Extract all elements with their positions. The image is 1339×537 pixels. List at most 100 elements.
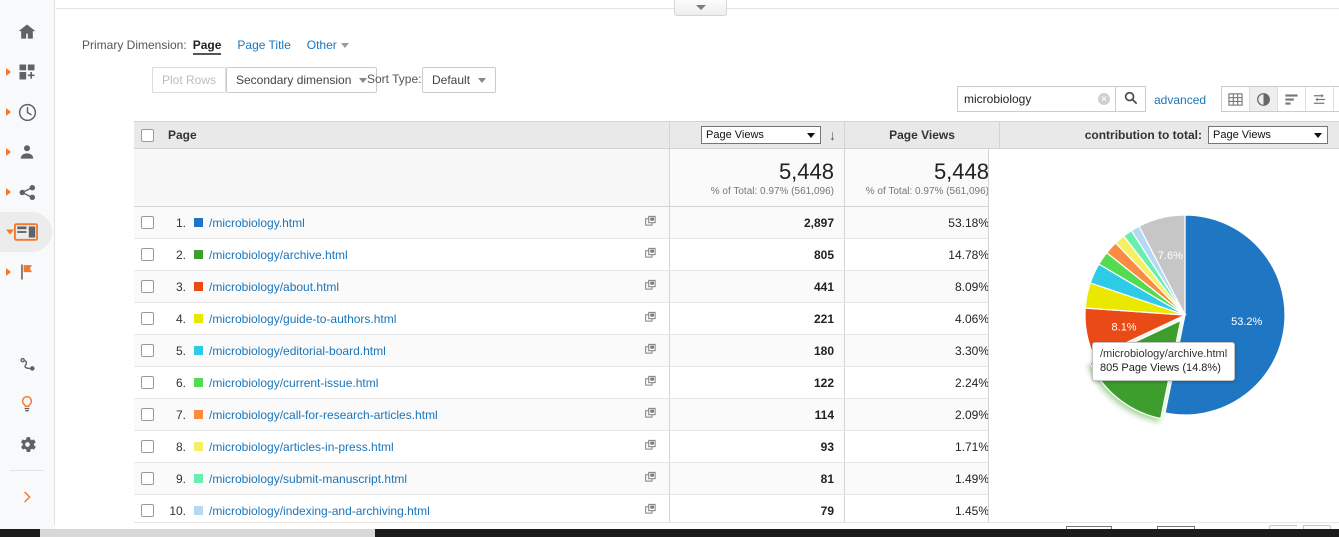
- pie-slice-label: 8.1%: [1112, 321, 1137, 333]
- comparison-view-icon[interactable]: [1306, 87, 1334, 111]
- secondary-dimension-button[interactable]: Secondary dimension: [226, 67, 377, 93]
- pivot-view-icon[interactable]: [1334, 87, 1339, 111]
- row-select-cell: [134, 207, 160, 238]
- search-button[interactable]: [1116, 86, 1146, 112]
- column-header-page[interactable]: Page: [160, 122, 669, 148]
- row-page-link[interactable]: /microbiology.html: [209, 216, 305, 230]
- open-in-new-window-icon[interactable]: [645, 375, 657, 390]
- sidebar-item-behavior[interactable]: [0, 212, 52, 252]
- search-field-wrapper[interactable]: ✕: [957, 86, 1116, 112]
- row-page-cell: 1./microbiology.html: [160, 207, 669, 238]
- row-page-cell: 6. /microbiology/current-issue.html: [160, 367, 669, 398]
- row-page-link[interactable]: /microbiology/indexing-and-archiving.htm…: [209, 504, 430, 518]
- open-in-new-window-icon[interactable]: [645, 343, 657, 358]
- row-checkbox[interactable]: [141, 216, 154, 229]
- analytics-behavior-pages-report: Primary Dimension: Page Page Title Other…: [0, 0, 1339, 537]
- row-index: 6.: [160, 376, 186, 390]
- open-in-new-window-icon[interactable]: [645, 279, 657, 294]
- horizontal-scrollbar-thumb[interactable]: [40, 529, 375, 537]
- row-index: 3.: [160, 280, 186, 294]
- pie-chart[interactable]: 53.2%8.1%7.6%: [989, 149, 1339, 522]
- pie-chart-svg[interactable]: 53.2%8.1%7.6%: [989, 149, 1339, 522]
- row-page-cell: 3. /microbiology/about.html: [160, 271, 669, 302]
- gear-icon: [17, 434, 38, 455]
- totals-metric-2-value: 5,448: [934, 159, 989, 185]
- row-checkbox[interactable]: [141, 280, 154, 293]
- sidebar-item-admin[interactable]: [0, 424, 54, 464]
- open-in-new-window-icon[interactable]: [645, 407, 657, 422]
- clear-icon[interactable]: ✕: [1098, 93, 1110, 105]
- row-checkbox[interactable]: [141, 472, 154, 485]
- sidebar-item-home[interactable]: [0, 12, 54, 52]
- row-color-swatch: [194, 474, 203, 483]
- sort-type-button[interactable]: Default: [422, 67, 496, 93]
- person-icon: [17, 142, 37, 162]
- open-in-new-window-icon[interactable]: [645, 215, 657, 230]
- primary-dimension-bar: Primary Dimension: Page Page Title Other: [82, 38, 349, 55]
- row-index: 8.: [160, 440, 186, 454]
- row-page-link[interactable]: /microbiology/archive.html: [209, 248, 348, 262]
- open-in-new-window-icon[interactable]: [645, 439, 657, 454]
- row-percentage: 2.24%: [844, 367, 999, 398]
- row-page-link[interactable]: /microbiology/current-issue.html: [209, 376, 378, 390]
- row-percentage: 2.09%: [844, 399, 999, 430]
- sidebar-item-customization[interactable]: [0, 52, 54, 92]
- open-in-new-window-icon[interactable]: [645, 311, 657, 326]
- primary-dimension-other[interactable]: Other: [307, 38, 349, 52]
- chevron-down-icon: [696, 5, 706, 10]
- row-checkbox[interactable]: [141, 312, 154, 325]
- collapse-panel-tab[interactable]: [674, 0, 727, 16]
- view-type-group: [1221, 86, 1339, 112]
- row-checkbox[interactable]: [141, 344, 154, 357]
- totals-metric-2-subtext: % of Total: 0.97% (561,096): [866, 186, 989, 197]
- contribution-select[interactable]: Page Views: [1208, 126, 1328, 144]
- row-page-link[interactable]: /microbiology/editorial-board.html: [209, 344, 386, 358]
- sidebar-item-conversions[interactable]: [0, 252, 54, 292]
- row-percentage: 1.71%: [844, 431, 999, 462]
- row-page-views: 2,897: [669, 207, 844, 238]
- search-input[interactable]: [958, 92, 1098, 106]
- expand-caret-icon: [6, 108, 11, 116]
- primary-dimension-page[interactable]: Page: [193, 38, 222, 55]
- horizontal-scrollbar[interactable]: [0, 529, 1339, 537]
- row-percentage: 14.78%: [844, 239, 999, 270]
- metric-select[interactable]: Page Views: [701, 126, 821, 144]
- row-checkbox[interactable]: [141, 504, 154, 517]
- sidebar-item-audience[interactable]: [0, 132, 54, 172]
- column-header-page-views[interactable]: Page Views: [844, 122, 999, 148]
- open-in-new-window-icon[interactable]: [645, 503, 657, 518]
- row-page-link[interactable]: /microbiology/call-for-research-articles…: [209, 408, 438, 422]
- open-in-new-window-icon[interactable]: [645, 471, 657, 486]
- lightbulb-icon: [17, 394, 37, 414]
- row-checkbox[interactable]: [141, 440, 154, 453]
- primary-dimension-page-title[interactable]: Page Title: [237, 38, 290, 52]
- tooltip-line-1: /microbiology/archive.html: [1100, 347, 1227, 361]
- table-view-icon[interactable]: [1222, 87, 1250, 111]
- row-page-views: 180: [669, 335, 844, 366]
- sidebar-item-attribution[interactable]: [0, 344, 54, 384]
- row-page-link[interactable]: /microbiology/about.html: [209, 280, 339, 294]
- performance-view-icon[interactable]: [1278, 87, 1306, 111]
- open-in-new-window-icon[interactable]: [645, 247, 657, 262]
- row-percentage: 53.18%: [844, 207, 999, 238]
- sidebar-expand-button[interactable]: [0, 477, 54, 517]
- sidebar-item-discover[interactable]: [0, 384, 54, 424]
- sidebar-item-acquisition[interactable]: [0, 172, 54, 212]
- advanced-link[interactable]: advanced: [1154, 93, 1206, 107]
- pie-chart-view-icon[interactable]: [1250, 87, 1278, 111]
- collapse-caret-icon: [6, 230, 14, 235]
- sort-descending-icon[interactable]: ↓: [829, 128, 836, 142]
- plot-rows-button[interactable]: Plot Rows: [152, 67, 226, 93]
- select-all-checkbox[interactable]: [141, 129, 154, 142]
- row-page-cell: 5./microbiology/editorial-board.html: [160, 335, 669, 366]
- row-checkbox[interactable]: [141, 376, 154, 389]
- row-page-link[interactable]: /microbiology/articles-in-press.html: [209, 440, 394, 454]
- totals-metric-1-value: 5,448: [779, 159, 834, 185]
- row-page-link[interactable]: /microbiology/submit-manuscript.html: [209, 472, 407, 486]
- row-checkbox[interactable]: [141, 248, 154, 261]
- row-checkbox[interactable]: [141, 408, 154, 421]
- row-page-link[interactable]: /microbiology/guide-to-authors.html: [209, 312, 396, 326]
- sidebar-item-realtime[interactable]: [0, 92, 54, 132]
- row-page-cell: 7./microbiology/call-for-research-articl…: [160, 399, 669, 430]
- behavior-page-icon: [14, 222, 38, 242]
